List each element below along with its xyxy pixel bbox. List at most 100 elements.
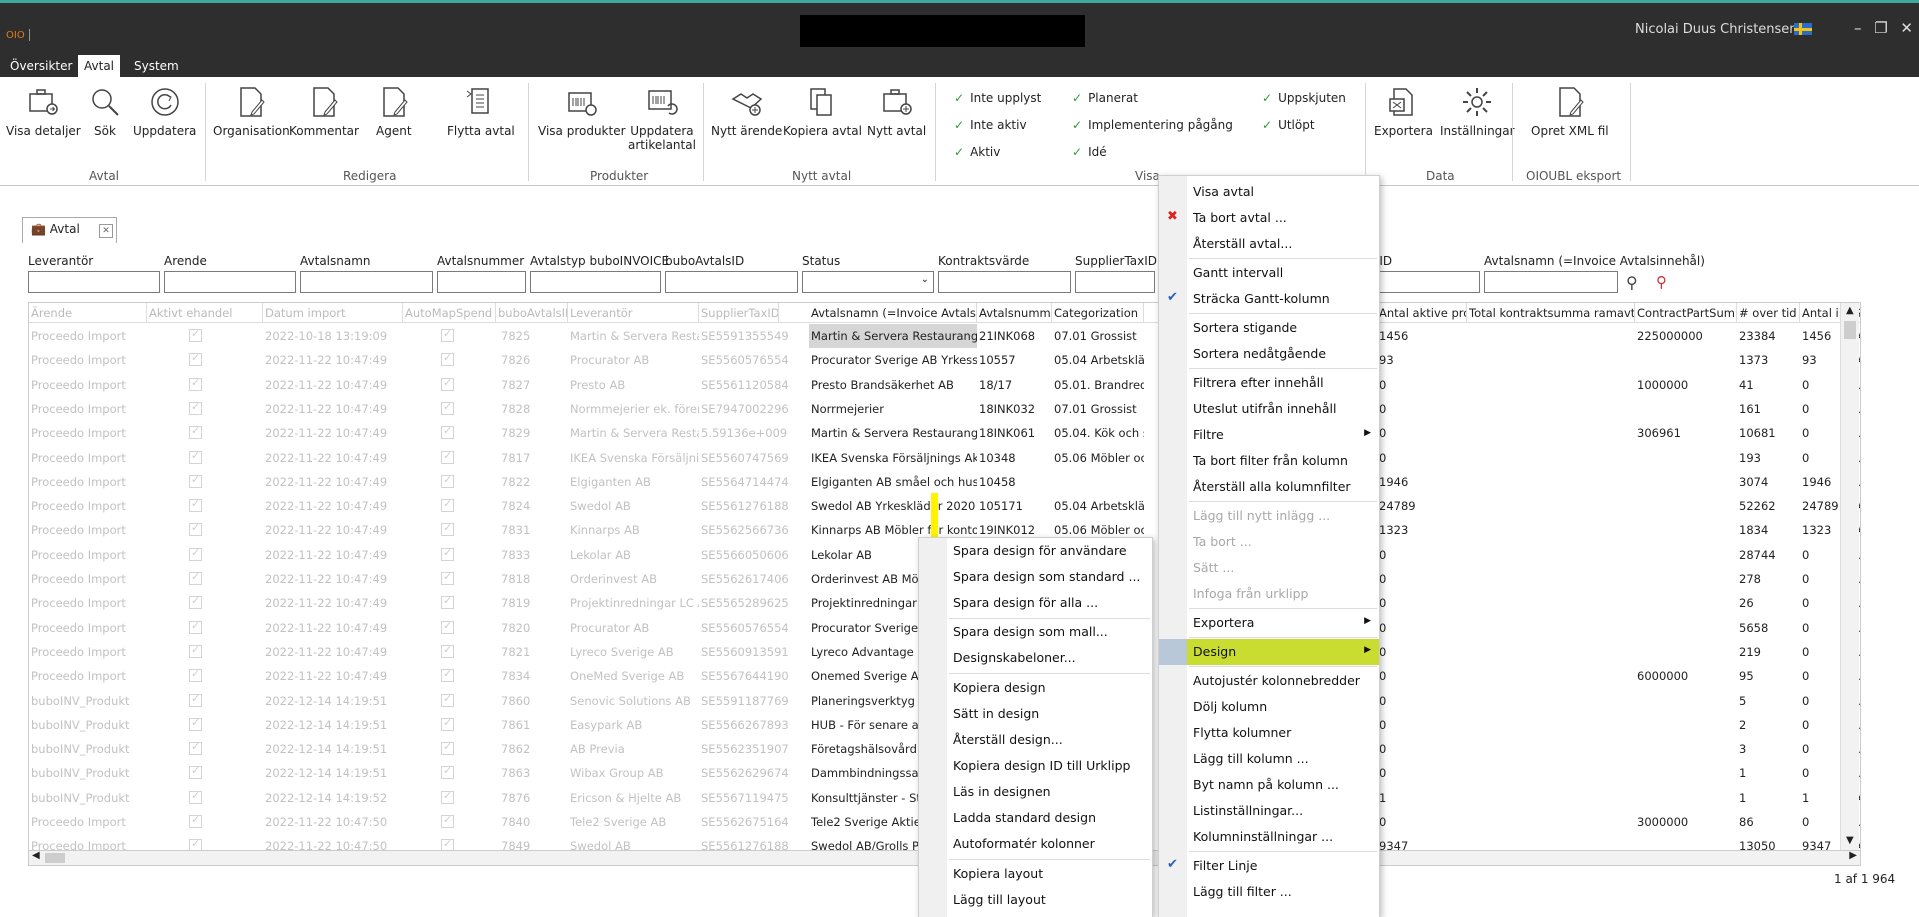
table-cell[interactable]: Proceedo Import — [29, 640, 147, 664]
table-cell[interactable]: Easypark AB — [568, 713, 699, 737]
kommentar-button[interactable]: Kommentar — [289, 85, 359, 138]
table-cell[interactable]: buboINV_Produkt — [29, 689, 147, 713]
table-cell[interactable]: Orderinvest AB — [568, 567, 699, 591]
table-cell[interactable]: buboINV_Produkt — [29, 786, 147, 810]
header-antal-aktiva[interactable]: Antal aktive pro — [1377, 303, 1467, 323]
table-cell[interactable]: 0 — [1377, 567, 1467, 591]
filter-aktiv[interactable]: Aktiv — [954, 145, 1000, 159]
filter-utlopt[interactable]: Utlöpt — [1262, 118, 1315, 132]
table-cell[interactable]: 1946 — [1377, 470, 1467, 494]
table-cell[interactable]: 2022-11-22 10:47:49 — [263, 373, 403, 397]
table-cell[interactable]: Presto AB — [568, 373, 699, 397]
table-cell[interactable]: 7826 — [499, 348, 568, 372]
table-cell[interactable]: 2 — [1737, 713, 1800, 737]
filter-implementering[interactable]: Implementering pågång — [1072, 118, 1233, 132]
table-cell[interactable]: 2022-12-14 14:19:51 — [263, 689, 403, 713]
table-cell[interactable]: 1373 — [1737, 348, 1800, 372]
table-cell[interactable] — [1635, 494, 1737, 518]
checkbox[interactable] — [441, 570, 454, 585]
table-cell[interactable]: 1323 — [1377, 518, 1467, 542]
header-suppliertaxid[interactable]: SupplierTaxID — [699, 303, 779, 323]
table-cell[interactable]: Proceedo Import — [29, 543, 147, 567]
table-cell[interactable]: Martin & Servera Resta — [568, 421, 699, 445]
table-cell[interactable]: Presto Brandsäkerhet AB — [809, 373, 977, 397]
menu-listinstallningar[interactable]: Listinställningar... — [1159, 798, 1379, 824]
table-cell[interactable] — [1052, 470, 1144, 494]
checkbox[interactable] — [441, 327, 454, 342]
table-cell[interactable]: 7863 — [499, 761, 568, 785]
menu-satt-in-design[interactable]: Sätt in design — [919, 701, 1152, 727]
filter-input-kontraktsvarde[interactable] — [938, 271, 1071, 293]
menu-uteslut-innehall[interactable]: Uteslut utifrån innehåll — [1159, 396, 1379, 422]
scroll-left-icon[interactable]: ◀ — [32, 850, 40, 861]
menu-flytta-kolumner[interactable]: Flytta kolumner — [1159, 720, 1379, 746]
table-cell[interactable]: 5 — [1737, 689, 1800, 713]
table-cell[interactable] — [1635, 737, 1737, 761]
table-cell[interactable]: 2022-12-14 14:19:51 — [263, 713, 403, 737]
filter-input-avtalsnummer[interactable] — [437, 271, 526, 293]
table-cell[interactable] — [1635, 348, 1737, 372]
filter-input-avtalsnamn-invoice[interactable] — [1484, 271, 1618, 293]
tab-avtal-document[interactable]: 💼 Avtal ✕ — [22, 217, 117, 243]
table-cell[interactable]: 5658 — [1737, 616, 1800, 640]
table-cell[interactable]: SE5562566736 — [699, 518, 809, 542]
table-cell[interactable]: 7822 — [499, 470, 568, 494]
table-cell[interactable]: Procurator AB — [568, 616, 699, 640]
checkbox[interactable] — [441, 497, 454, 513]
uppdatera-button[interactable]: Uppdatera — [133, 85, 196, 138]
checkbox[interactable] — [441, 813, 454, 828]
checkbox[interactable] — [189, 789, 202, 804]
filter-input-suppliertaxid[interactable] — [1075, 271, 1155, 293]
table-cell[interactable]: 10458 — [977, 470, 1052, 494]
checkbox[interactable] — [189, 570, 202, 585]
table-cell[interactable]: Lekolar AB — [568, 543, 699, 567]
checkbox[interactable] — [441, 473, 454, 488]
table-cell[interactable]: 0 — [1377, 689, 1467, 713]
menu-lagg-till-filter[interactable]: Lägg till filter ... — [1159, 879, 1379, 905]
table-cell[interactable]: SE7947002296 — [699, 397, 809, 421]
table-cell[interactable]: Martin & Servera Resta — [568, 324, 699, 348]
checkbox[interactable] — [189, 716, 202, 731]
checkbox[interactable] — [189, 813, 202, 828]
checkbox[interactable] — [189, 740, 202, 756]
menu-ta-bort[interactable]: Ta bort ... — [1159, 529, 1379, 555]
filter-input-avtalsnamn[interactable] — [300, 271, 433, 293]
menu-sortera-nedatgaende[interactable]: Sortera nedåtgående — [1159, 341, 1379, 367]
table-cell[interactable]: 0 — [1377, 616, 1467, 640]
header-automapspend[interactable]: AutoMapSpend — [403, 303, 496, 323]
checkbox[interactable] — [189, 619, 202, 634]
table-cell[interactable]: Projektinredningar LC A — [568, 591, 699, 615]
checkbox[interactable] — [441, 667, 454, 683]
uppdatera-artikelantal-button[interactable]: Uppdatera artikelantal — [628, 85, 696, 152]
table-cell[interactable] — [1635, 397, 1737, 421]
table-cell[interactable]: 306961 — [1635, 421, 1737, 445]
nytt-avtal-button[interactable]: Nytt avtal — [867, 85, 926, 138]
table-cell[interactable]: 2022-11-22 10:47:49 — [263, 591, 403, 615]
table-cell[interactable]: SE5562629674 — [699, 761, 809, 785]
header-leverantor[interactable]: Leverantör — [568, 303, 699, 323]
checkbox[interactable] — [189, 594, 202, 610]
table-cell[interactable]: Swedol AB Yrkeskläder 2020 B — [809, 494, 977, 518]
header-aktivt-ehandel[interactable]: Aktivt ehandel — [147, 303, 263, 323]
table-cell[interactable]: SE5565289625 — [699, 591, 809, 615]
table-cell[interactable]: SE5566050606 — [699, 543, 809, 567]
table-cell[interactable] — [1635, 713, 1737, 737]
menu-design[interactable]: Design ▶ — [1159, 639, 1379, 665]
table-cell[interactable]: 10557 — [977, 348, 1052, 372]
table-cell[interactable]: 05.04 Arbetskläder — [1052, 494, 1144, 518]
header-buboavtalsid[interactable]: buboAvtalsID — [496, 303, 568, 323]
table-cell[interactable]: 2022-11-22 10:47:49 — [263, 640, 403, 664]
table-cell[interactable]: 10348 — [977, 446, 1052, 470]
table-cell[interactable]: IKEA Svenska Försäljnir — [568, 446, 699, 470]
table-cell[interactable]: 18INK061 — [977, 421, 1052, 445]
table-cell[interactable]: Proceedo Import — [29, 567, 147, 591]
table-cell[interactable]: 2022-11-22 10:47:49 — [263, 397, 403, 421]
menu-kopiera-design[interactable]: Kopiera design — [919, 675, 1152, 701]
menu-filtrera-innehall[interactable]: Filtrera efter innehåll — [1159, 370, 1379, 396]
header-arende[interactable]: Ärende — [29, 303, 147, 323]
menu-kopiera-design-id[interactable]: Kopiera design ID till Urklipp — [919, 753, 1152, 779]
table-cell[interactable]: Proceedo Import — [29, 616, 147, 640]
organisation-button[interactable]: Organisation — [213, 85, 290, 138]
table-cell[interactable] — [1635, 616, 1737, 640]
table-cell[interactable]: SE5562351907 — [699, 737, 809, 761]
